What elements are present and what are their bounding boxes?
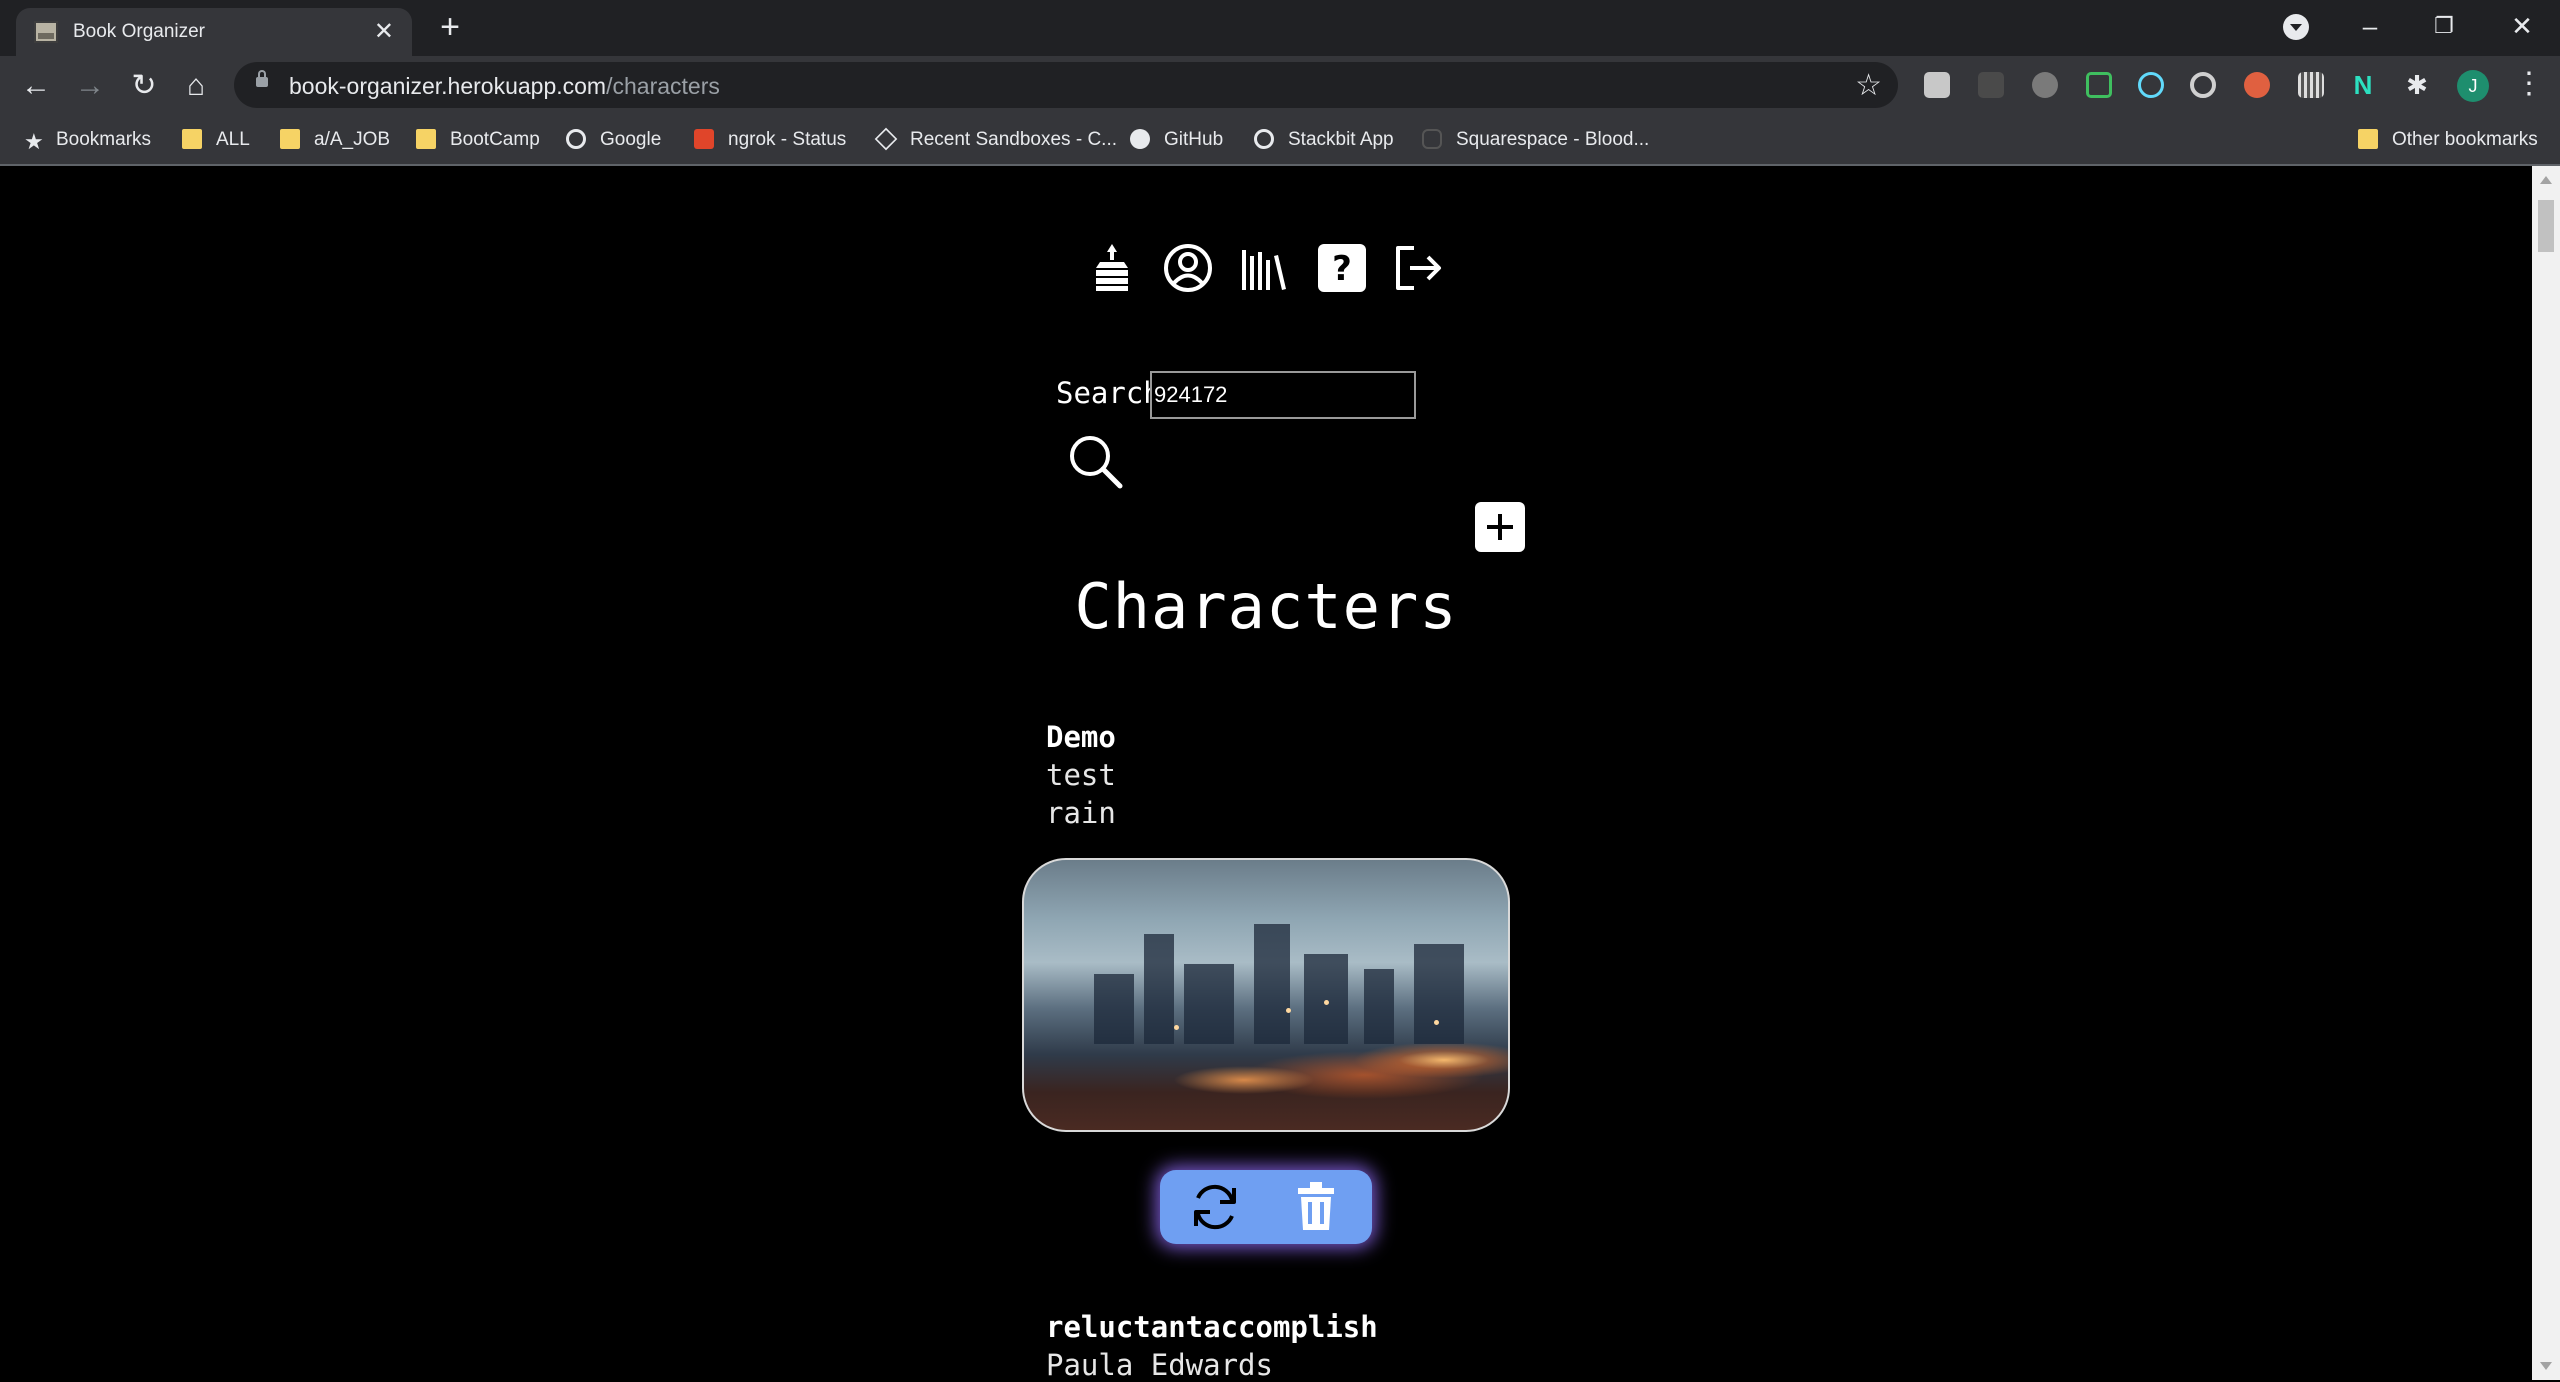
search-input[interactable] xyxy=(1150,371,1416,419)
library-icon[interactable] xyxy=(1238,242,1290,294)
back-icon[interactable]: ← xyxy=(18,68,54,104)
character-detail: test xyxy=(1046,758,1116,792)
url-text: book-organizer.herokuapp.com/characters xyxy=(289,73,720,99)
character-detail: Paula Edwards xyxy=(1046,1348,1273,1382)
browser-tab[interactable]: Book Organizer ✕ xyxy=(16,8,412,56)
bookmark-item[interactable]: ★ Bookmarks xyxy=(24,127,151,153)
scroll-up-icon[interactable] xyxy=(2540,176,2552,184)
folder-icon xyxy=(182,129,202,149)
window-close-button[interactable]: ✕ xyxy=(2492,6,2552,46)
extension-icon[interactable] xyxy=(2086,72,2112,98)
update-character-button[interactable] xyxy=(1188,1180,1242,1234)
folder-icon xyxy=(2358,129,2378,149)
page-title: Characters xyxy=(1074,570,1458,643)
add-character-button[interactable] xyxy=(1475,502,1525,552)
codesandbox-icon xyxy=(874,127,898,151)
bookmark-item[interactable]: ngrok - Status xyxy=(694,127,846,153)
folder-icon xyxy=(280,129,300,149)
search-label: Search xyxy=(1056,376,1161,410)
profile-avatar[interactable]: J xyxy=(2457,70,2489,102)
ngrok-icon xyxy=(694,129,714,149)
react-devtools-icon[interactable] xyxy=(2138,72,2164,98)
extension-icon[interactable] xyxy=(2032,72,2058,98)
page-scrollbar[interactable] xyxy=(2532,166,2560,1380)
bookmark-item[interactable]: Squarespace - Blood... xyxy=(1422,127,1649,153)
delete-character-button[interactable] xyxy=(1294,1180,1338,1232)
folder-icon xyxy=(416,129,436,149)
lock-icon xyxy=(256,70,268,87)
extension-icon[interactable] xyxy=(1924,72,1950,98)
tab-favicon-icon xyxy=(34,21,58,43)
bookmark-item[interactable]: Google xyxy=(566,127,661,153)
scroll-down-icon[interactable] xyxy=(2540,1362,2552,1370)
browser-tab-strip: Book Organizer ✕ + – ❐ ✕ xyxy=(0,0,2560,56)
card-action-bar xyxy=(1160,1170,1372,1244)
help-icon[interactable]: ? xyxy=(1316,242,1368,294)
bookmark-star-icon[interactable]: ☆ xyxy=(1855,68,1882,103)
globe-icon xyxy=(566,129,586,149)
bookmark-item[interactable]: Recent Sandboxes - C... xyxy=(874,127,1117,153)
extensions-puzzle-icon[interactable]: ✱ xyxy=(2404,72,2430,98)
search-icon[interactable] xyxy=(1066,432,1124,490)
extension-icon[interactable] xyxy=(2298,72,2324,98)
other-bookmarks[interactable]: Other bookmarks xyxy=(2358,127,2538,153)
character-detail: rain xyxy=(1046,796,1116,830)
bookmark-item[interactable]: ALL xyxy=(182,127,250,153)
user-circle-icon[interactable] xyxy=(1162,242,1214,294)
browser-toolbar: ← → ↻ ⌂ book-organizer.herokuapp.com/cha… xyxy=(0,56,2560,116)
browser-menu-icon[interactable]: ⋮ xyxy=(2514,66,2544,101)
svg-text:?: ? xyxy=(1332,249,1352,289)
tab-search-icon[interactable] xyxy=(2283,14,2309,40)
home-icon[interactable]: ⌂ xyxy=(178,68,214,104)
logout-icon[interactable] xyxy=(1392,242,1444,294)
character-name: Demo xyxy=(1046,720,1116,754)
books-stack-icon[interactable] xyxy=(1086,242,1138,294)
bookmark-item[interactable]: Stackbit App xyxy=(1254,127,1394,153)
tab-title: Book Organizer xyxy=(73,21,206,42)
minimize-button[interactable]: – xyxy=(2340,6,2400,46)
character-name: reluctantaccomplish xyxy=(1046,1310,1378,1344)
bookmark-item[interactable]: BootCamp xyxy=(416,127,540,153)
bookmarks-bar: ★ Bookmarks ALL a/A_JOB BootCamp Google n… xyxy=(0,116,2560,166)
extension-icon[interactable] xyxy=(1978,72,2004,98)
new-tab-button[interactable]: + xyxy=(432,10,468,46)
page-viewport: ? Search Characters Demo test rain xyxy=(0,166,2532,1382)
squarespace-icon xyxy=(1422,129,1442,149)
globe-icon xyxy=(1254,129,1274,149)
bookmark-item[interactable]: a/A_JOB xyxy=(280,127,390,153)
scrollbar-thumb[interactable] xyxy=(2538,200,2554,252)
extension-icon[interactable]: N xyxy=(2350,72,2376,98)
extension-icon[interactable] xyxy=(2244,72,2270,98)
github-icon xyxy=(1130,129,1150,149)
restore-button[interactable]: ❐ xyxy=(2414,6,2474,46)
star-icon: ★ xyxy=(24,129,44,154)
address-bar[interactable]: book-organizer.herokuapp.com/characters … xyxy=(234,62,1898,108)
bookmark-item[interactable]: GitHub xyxy=(1130,127,1223,153)
character-image xyxy=(1022,858,1510,1132)
reload-icon[interactable]: ↻ xyxy=(126,68,162,104)
tab-close-icon[interactable]: ✕ xyxy=(374,17,394,46)
forward-icon[interactable]: → xyxy=(72,68,108,104)
extension-icon[interactable] xyxy=(2190,72,2216,98)
